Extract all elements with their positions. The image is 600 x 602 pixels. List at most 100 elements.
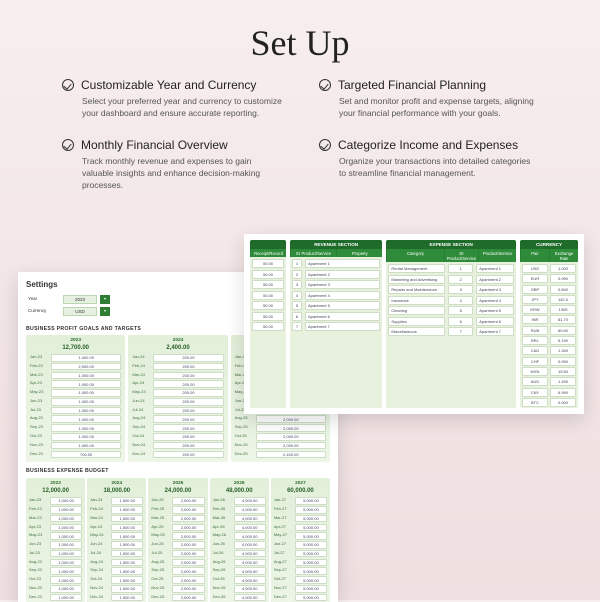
table-cell[interactable]: MXN bbox=[522, 367, 548, 376]
month-value-cell[interactable]: 1,000.00 bbox=[50, 532, 82, 540]
month-value-cell[interactable]: 5,000.00 bbox=[295, 576, 327, 584]
month-value-cell[interactable]: 2,000.00 bbox=[172, 515, 204, 523]
table-cell[interactable]: JPY bbox=[522, 295, 548, 304]
month-value-cell[interactable]: 1,000.00 bbox=[51, 398, 121, 406]
month-value-cell[interactable]: 1,000.00 bbox=[51, 407, 121, 415]
table-cell[interactable]: 6 bbox=[448, 317, 473, 326]
month-value-cell[interactable]: 200.00 bbox=[153, 363, 223, 371]
month-value-cell[interactable]: 1,500.00 bbox=[111, 594, 143, 602]
table-cell[interactable]: 1305 bbox=[550, 305, 576, 314]
month-value-cell[interactable]: 2,000.00 bbox=[51, 363, 121, 371]
table-cell[interactable]: Marketing and Advertising bbox=[388, 275, 445, 284]
table-cell[interactable]: RUB bbox=[522, 326, 548, 335]
month-value-cell[interactable]: 2,000.00 bbox=[172, 576, 204, 584]
month-value-cell[interactable]: 1,500.00 bbox=[111, 541, 143, 549]
month-value-cell[interactable]: 5,000.00 bbox=[295, 585, 327, 593]
table-cell[interactable]: 5 bbox=[292, 301, 302, 310]
table-cell[interactable]: Apartment 4 bbox=[476, 296, 514, 305]
month-value-cell[interactable]: 200.00 bbox=[153, 389, 223, 397]
currency-select[interactable]: USD bbox=[63, 307, 97, 316]
table-cell[interactable]: KRW bbox=[522, 305, 548, 314]
month-value-cell[interactable]: 1,000.00 bbox=[50, 524, 82, 532]
month-value-cell[interactable]: 200.00 bbox=[153, 433, 223, 441]
table-cell[interactable]: 1 bbox=[292, 259, 302, 268]
receipt-cell[interactable]: 50.00 bbox=[252, 312, 284, 321]
table-cell[interactable]: INR bbox=[522, 315, 548, 324]
table-cell[interactable]: BTC bbox=[522, 398, 548, 407]
table-cell[interactable]: AUD bbox=[522, 377, 548, 386]
table-cell[interactable]: 2 bbox=[448, 275, 473, 284]
month-value-cell[interactable]: 5,000.00 bbox=[295, 567, 327, 575]
table-cell[interactable]: 19.50 bbox=[550, 367, 576, 376]
table-cell[interactable]: Apartment 5 bbox=[305, 301, 380, 310]
table-cell[interactable]: Cleaning bbox=[388, 306, 445, 315]
table-cell[interactable]: Supplies bbox=[388, 317, 445, 326]
table-cell[interactable]: 1 bbox=[448, 264, 473, 273]
table-cell[interactable]: 5 bbox=[448, 306, 473, 315]
table-cell[interactable]: 3 bbox=[292, 280, 302, 289]
table-cell[interactable]: EUR bbox=[522, 274, 548, 283]
table-cell[interactable]: Repairs and Maintenance bbox=[388, 285, 445, 294]
table-cell[interactable]: USD bbox=[522, 264, 548, 273]
month-value-cell[interactable]: 1,000.00 bbox=[51, 354, 121, 362]
month-value-cell[interactable]: 2,000.00 bbox=[172, 541, 204, 549]
month-value-cell[interactable]: 1,500.00 bbox=[111, 524, 143, 532]
table-cell[interactable]: 0.840 bbox=[550, 285, 576, 294]
month-value-cell[interactable]: 2,000.00 bbox=[172, 497, 204, 505]
table-cell[interactable]: 4 bbox=[292, 291, 302, 300]
month-value-cell[interactable]: 2,400.00 bbox=[256, 451, 326, 459]
month-value-cell[interactable]: 4,000.00 bbox=[234, 559, 266, 567]
table-cell[interactable]: 4 bbox=[448, 296, 473, 305]
table-cell[interactable]: 1.000 bbox=[550, 264, 576, 273]
table-cell[interactable]: GBP bbox=[522, 285, 548, 294]
table-cell[interactable]: Apartment 7 bbox=[305, 322, 380, 331]
table-cell[interactable]: Apartment 5 bbox=[476, 306, 514, 315]
table-cell[interactable]: 6 bbox=[292, 312, 302, 321]
month-value-cell[interactable]: 4,000.00 bbox=[234, 506, 266, 514]
table-cell[interactable]: Apartment 3 bbox=[305, 280, 380, 289]
month-value-cell[interactable]: 1,000.00 bbox=[50, 585, 82, 593]
month-value-cell[interactable]: 1,000.00 bbox=[51, 433, 121, 441]
month-value-cell[interactable]: 1,000.00 bbox=[50, 506, 82, 514]
table-cell[interactable]: 0.000 bbox=[550, 398, 576, 407]
receipt-cell[interactable]: 50.00 bbox=[252, 280, 284, 289]
month-value-cell[interactable]: 4,000.00 bbox=[234, 532, 266, 540]
month-value-cell[interactable]: 2,000.00 bbox=[172, 567, 204, 575]
month-value-cell[interactable]: 1,500.00 bbox=[111, 585, 143, 593]
year-select[interactable]: 2023 bbox=[63, 295, 97, 304]
month-value-cell[interactable]: 700.00 bbox=[51, 451, 121, 459]
month-value-cell[interactable]: 2,000.00 bbox=[256, 424, 326, 432]
month-value-cell[interactable]: 5,000.00 bbox=[295, 559, 327, 567]
month-value-cell[interactable]: 2,000.00 bbox=[256, 433, 326, 441]
month-value-cell[interactable]: 1,000.00 bbox=[51, 442, 121, 450]
month-value-cell[interactable]: 2,000.00 bbox=[256, 415, 326, 423]
month-value-cell[interactable]: 5,000.00 bbox=[295, 594, 327, 602]
table-cell[interactable]: Apartment 7 bbox=[476, 327, 514, 336]
table-cell[interactable]: 3 bbox=[448, 285, 473, 294]
table-cell[interactable]: Insurance bbox=[388, 296, 445, 305]
month-value-cell[interactable]: 2,000.00 bbox=[172, 585, 204, 593]
month-value-cell[interactable]: 1,500.00 bbox=[111, 532, 143, 540]
month-value-cell[interactable]: 1,000.00 bbox=[50, 497, 82, 505]
month-value-cell[interactable]: 200.00 bbox=[153, 424, 223, 432]
month-value-cell[interactable]: 200.00 bbox=[153, 398, 223, 406]
month-value-cell[interactable]: 1,500.00 bbox=[111, 550, 143, 558]
month-value-cell[interactable]: 2,000.00 bbox=[172, 524, 204, 532]
month-value-cell[interactable]: 4,000.00 bbox=[234, 594, 266, 602]
table-cell[interactable]: Apartment 6 bbox=[305, 312, 380, 321]
receipt-cell[interactable]: 50.00 bbox=[252, 291, 284, 300]
month-value-cell[interactable]: 1,000.00 bbox=[50, 559, 82, 567]
table-cell[interactable]: CHF bbox=[522, 357, 548, 366]
table-cell[interactable]: 2 bbox=[292, 270, 302, 279]
month-value-cell[interactable]: 1,000.00 bbox=[50, 541, 82, 549]
table-cell[interactable]: 1.340 bbox=[550, 346, 576, 355]
month-value-cell[interactable]: 200.00 bbox=[153, 407, 223, 415]
receipt-cell[interactable]: 50.00 bbox=[252, 259, 284, 268]
table-cell[interactable]: 60.60 bbox=[550, 326, 576, 335]
table-cell[interactable]: CAD bbox=[522, 346, 548, 355]
month-value-cell[interactable]: 1,500.00 bbox=[111, 506, 143, 514]
table-cell[interactable]: Rental Management bbox=[388, 264, 445, 273]
table-cell[interactable]: 5.190 bbox=[550, 336, 576, 345]
month-value-cell[interactable]: 5,000.00 bbox=[295, 515, 327, 523]
month-value-cell[interactable]: 2,000.00 bbox=[172, 550, 204, 558]
